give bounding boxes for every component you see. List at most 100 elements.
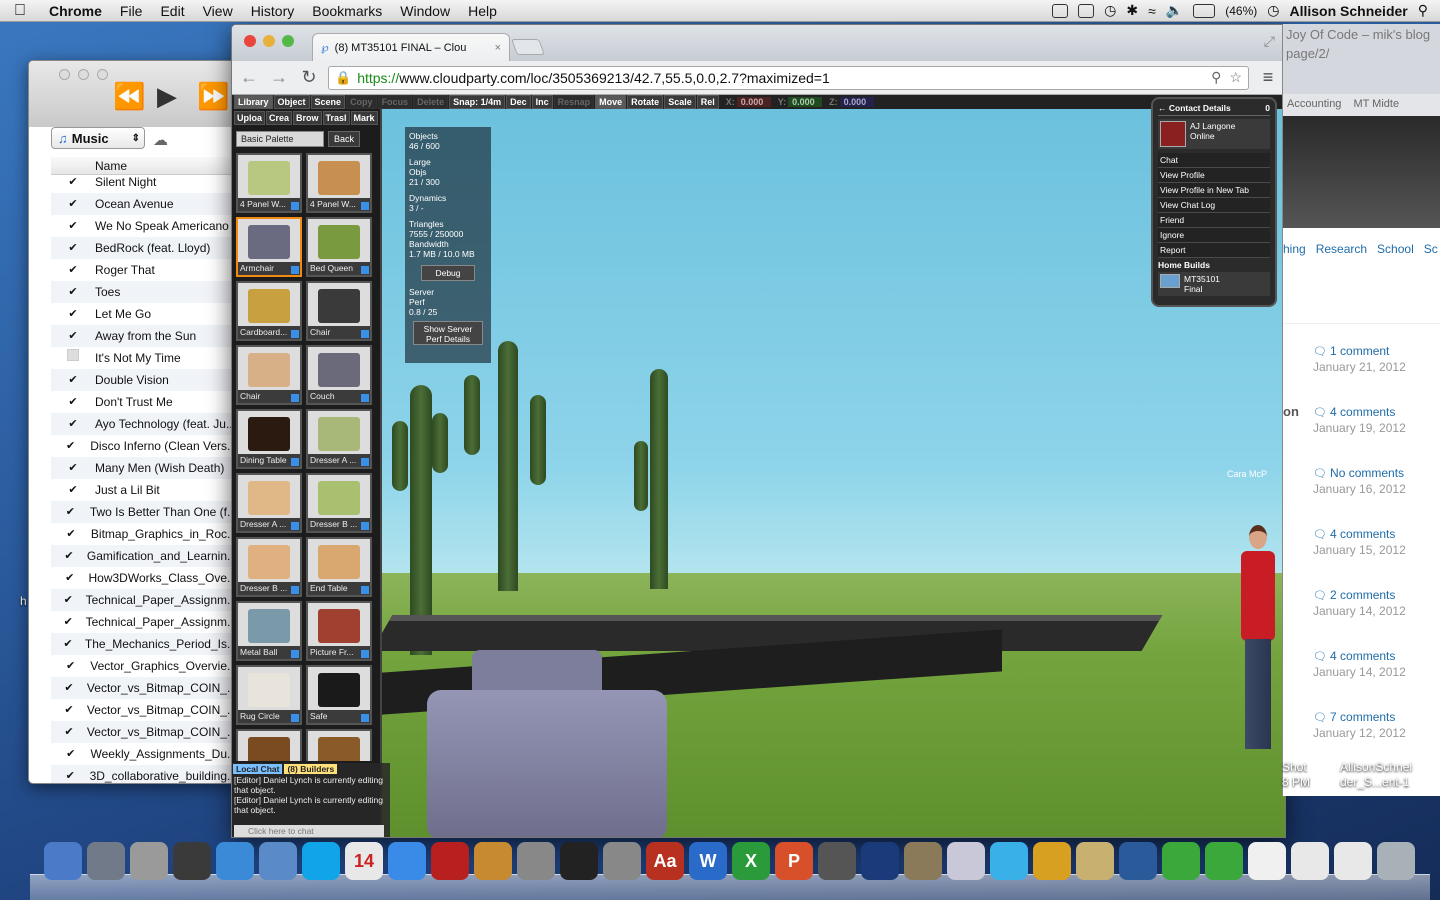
toolbar-button-library[interactable]: Library <box>234 95 273 109</box>
contact-action-chat[interactable]: Chat <box>1158 153 1270 168</box>
download-icon[interactable] <box>291 458 299 466</box>
track-row[interactable]: ✔ How3DWorks_Class_Ove... <box>51 567 237 589</box>
library-item[interactable]: Dresser A ... <box>306 409 372 469</box>
library-item[interactable]: Chair <box>236 345 302 405</box>
footprint2-icon[interactable] <box>1205 842 1243 880</box>
track-row[interactable]: ✔ Vector_Graphics_Overvie... <box>51 655 237 677</box>
show-server-perf-button[interactable]: Show Server Perf Details <box>413 321 483 345</box>
toolbar-button-inc[interactable]: Inc <box>531 95 553 109</box>
bluetooth-icon[interactable]: ✱ <box>1126 2 1138 19</box>
play-icon[interactable]: ▶ <box>157 81 177 112</box>
library-item[interactable]: Cardboard... <box>236 281 302 341</box>
chrome-window-icon[interactable] <box>1334 842 1372 880</box>
desktop-file[interactable]: AllisonSchnei der_S...ent-1 <box>1340 760 1412 790</box>
comments-link[interactable]: 🗨 4 comments <box>1313 649 1406 663</box>
library-item[interactable]: 4 Panel W... <box>236 153 302 213</box>
download-icon[interactable] <box>291 394 299 402</box>
comments-link[interactable]: 🗨 4 comments <box>1313 405 1406 419</box>
time-machine-icon[interactable]: ◷ <box>1104 2 1116 19</box>
track-checkbox[interactable]: ✔ <box>51 325 95 347</box>
spotlight-icon[interactable]: ⚲ <box>1418 2 1428 19</box>
contact-card[interactable]: AJ Langone Online <box>1158 119 1270 149</box>
menu-edit[interactable]: Edit <box>151 3 193 19</box>
volume-icon[interactable]: 🔈 <box>1166 2 1183 19</box>
track-row[interactable]: ✔ 3D_collaborative_building... <box>51 765 237 783</box>
twitter-icon[interactable] <box>990 842 1028 880</box>
photo-booth-icon[interactable] <box>431 842 469 880</box>
download-icon[interactable] <box>291 714 299 722</box>
fullscreen-icon[interactable]: ⤢ <box>1264 33 1275 50</box>
battery-icon[interactable] <box>1193 3 1216 18</box>
coord-z-field[interactable]: 0.000 <box>839 97 874 107</box>
tab-local-chat[interactable]: Local Chat <box>233 764 283 774</box>
download-icon[interactable] <box>361 586 369 594</box>
track-checkbox[interactable]: ✔ <box>51 567 89 589</box>
toolbar-button-snap-1-4m[interactable]: Snap: 1/4m <box>449 95 506 109</box>
tab-builders[interactable]: (8) Builders <box>284 764 338 774</box>
blog-tab-title[interactable]: Joy Of Code – mik's blog <box>1286 27 1437 42</box>
library-item[interactable]: Bed Queen <box>306 217 372 277</box>
track-row[interactable]: ✔ Gamification_and_Learnin... <box>51 545 237 567</box>
download-icon[interactable] <box>361 394 369 402</box>
download-icon[interactable] <box>361 458 369 466</box>
contact-action-view-profile-in-new-tab[interactable]: View Profile in New Tab <box>1158 183 1270 198</box>
track-row[interactable]: ✔ Ocean Avenue <box>51 193 237 215</box>
track-row[interactable]: ✔ Don't Trust Me <box>51 391 237 413</box>
track-checkbox[interactable]: ✔ <box>51 611 86 633</box>
chat-input[interactable]: Click here to chat <box>234 825 384 837</box>
track-row[interactable]: ✔ Toes <box>51 281 237 303</box>
library-item[interactable]: Metal Ball <box>236 601 302 661</box>
download-icon[interactable] <box>291 330 299 338</box>
new-tab-button[interactable] <box>511 39 545 55</box>
library-item[interactable]: End Table <box>306 537 372 597</box>
track-checkbox[interactable]: ✔ <box>51 281 95 303</box>
download-icon[interactable] <box>291 522 299 530</box>
footprint-icon[interactable] <box>1162 842 1200 880</box>
track-checkbox[interactable]: ✔ <box>51 391 95 413</box>
toolbar-button-rel[interactable]: Rel <box>696 95 719 109</box>
tab-cloudparty[interactable]: ℘ (8) MT35101 FINAL – Clou × <box>312 33 510 61</box>
close-button[interactable] <box>59 69 70 80</box>
toolbar-button-dec[interactable]: Dec <box>506 95 531 109</box>
library-subbutton[interactable]: Crea <box>266 111 293 125</box>
comments-link[interactable]: 🗨 No comments <box>1313 466 1406 480</box>
chrome-menu-icon[interactable]: ≡ <box>1257 67 1279 88</box>
camera-status-icon[interactable] <box>1052 3 1069 18</box>
track-checkbox[interactable]: ✔ <box>51 501 90 523</box>
download-icon[interactable] <box>291 650 299 658</box>
track-row[interactable]: ✔ We No Speak Americano <box>51 215 237 237</box>
library-subbutton[interactable]: Mark <box>350 111 378 125</box>
library-item[interactable]: Couch <box>306 345 372 405</box>
track-checkbox[interactable]: ✔ <box>51 589 86 611</box>
library-item[interactable] <box>306 729 372 761</box>
track-checkbox[interactable]: ✔ <box>51 259 95 281</box>
time-machine-icon[interactable] <box>1119 842 1157 880</box>
rewind-icon[interactable]: ⏪ <box>113 81 145 112</box>
word-icon[interactable]: W <box>689 842 727 880</box>
menu-window[interactable]: Window <box>391 3 459 19</box>
nav-research[interactable]: Research <box>1316 242 1367 323</box>
build-item[interactable]: MT35101 Final <box>1158 272 1270 296</box>
kindle-status-icon[interactable] <box>1078 3 1095 18</box>
calculator-icon[interactable] <box>130 842 168 880</box>
debug-button[interactable]: Debug <box>421 265 475 281</box>
track-checkbox[interactable]: ✔ <box>51 545 87 567</box>
library-item[interactable]: Dresser B ... <box>306 473 372 533</box>
menu-view[interactable]: View <box>194 3 242 19</box>
palette-select[interactable]: Basic Palette <box>236 131 324 147</box>
library-item[interactable]: Armchair <box>236 217 302 277</box>
menu-help[interactable]: Help <box>459 3 506 19</box>
contact-action-view-profile[interactable]: View Profile <box>1158 168 1270 183</box>
library-item[interactable]: Dining Table <box>236 409 302 469</box>
track-row[interactable]: ✔ Silent Night <box>51 171 237 193</box>
source-selector[interactable]: ♫ Music ⇕ <box>51 127 145 149</box>
download-icon[interactable] <box>291 202 299 210</box>
track-row[interactable]: ✔ Vector_vs_Bitmap_COIN_... <box>51 677 237 699</box>
track-row[interactable]: ✔ Two Is Better Than One (f... <box>51 501 237 523</box>
track-checkbox[interactable]: ✔ <box>51 369 95 391</box>
search-icon[interactable]: ⚲ <box>1211 69 1221 86</box>
toolbar-button-rotate[interactable]: Rotate <box>627 95 664 109</box>
track-row[interactable]: ✔ Weekly_Assignments_Du... <box>51 743 237 765</box>
powerpoint-icon[interactable]: P <box>775 842 813 880</box>
dictionary-icon[interactable]: Aa <box>646 842 684 880</box>
